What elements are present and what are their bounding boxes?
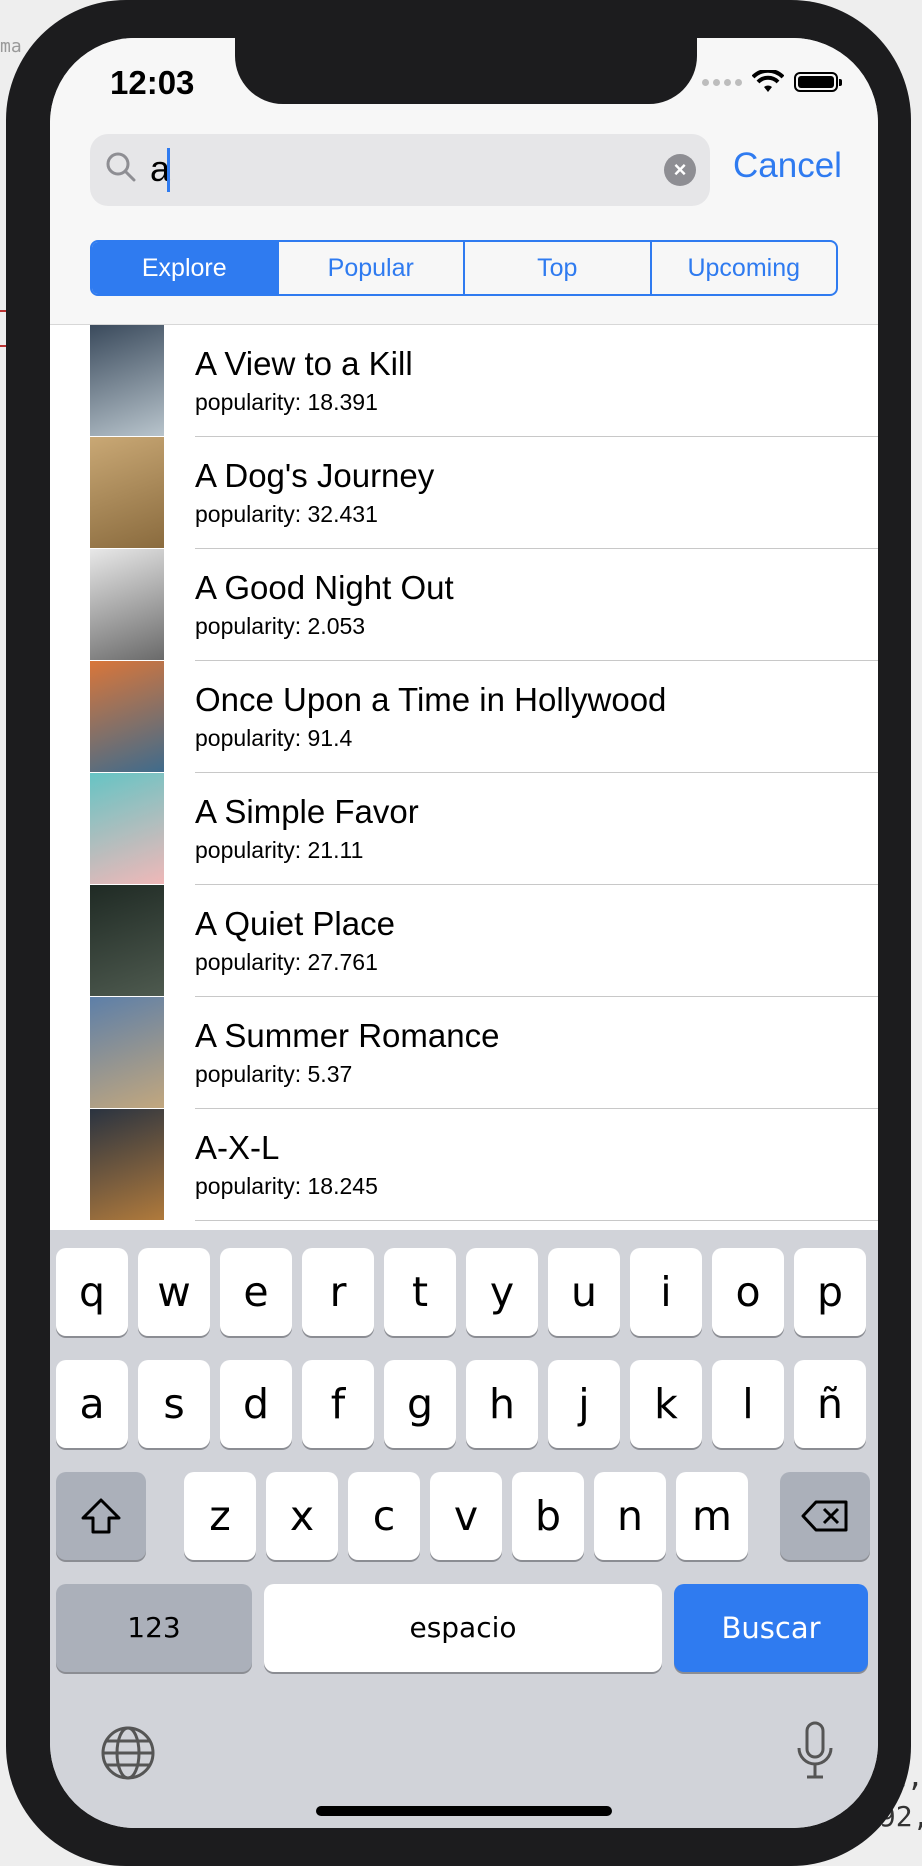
key-i[interactable]: i (630, 1248, 702, 1336)
movie-title: A View to a Kill (195, 345, 413, 382)
key-j[interactable]: j (548, 1360, 620, 1448)
search-return-key[interactable]: Buscar (674, 1584, 868, 1672)
list-item[interactable]: A Dog's Journey popularity: 32.431 (50, 437, 878, 549)
movie-title: A-X-L (195, 1129, 280, 1166)
list-item[interactable]: A Good Night Out popularity: 2.053 (50, 549, 878, 661)
key-r[interactable]: r (302, 1248, 374, 1336)
segment-popular[interactable]: Popular (279, 242, 465, 294)
movie-title: A Simple Favor (195, 793, 419, 830)
movie-title: A Dog's Journey (195, 457, 435, 494)
list-item[interactable]: A-X-L popularity: 18.245 (50, 1109, 878, 1221)
movie-poster (90, 661, 164, 772)
movie-title: A Good Night Out (195, 569, 454, 606)
backspace-icon (801, 1500, 848, 1532)
movie-popularity: popularity: 32.431 (195, 501, 378, 527)
text-caret (167, 148, 170, 192)
cancel-button[interactable]: Cancel (733, 146, 842, 186)
clear-search-button[interactable]: × (664, 154, 696, 186)
key-u[interactable]: u (548, 1248, 620, 1336)
list-item[interactable]: A Quiet Place popularity: 27.761 (50, 885, 878, 997)
movie-popularity: popularity: 18.245 (195, 1173, 378, 1199)
movie-poster (90, 549, 164, 660)
key-k[interactable]: k (630, 1360, 702, 1448)
key-s[interactable]: s (138, 1360, 210, 1448)
search-icon (106, 152, 136, 182)
key-x[interactable]: x (266, 1472, 338, 1560)
key-v[interactable]: v (430, 1472, 502, 1560)
key-n[interactable]: n (594, 1472, 666, 1560)
movie-poster (90, 325, 164, 436)
shift-key[interactable] (56, 1472, 146, 1560)
on-screen-keyboard: q w e r t y u i o p a s d f g h j k l ñ (50, 1230, 878, 1828)
key-p[interactable]: p (794, 1248, 866, 1336)
movie-poster (90, 997, 164, 1108)
space-key[interactable]: espacio (264, 1584, 662, 1672)
segment-explore[interactable]: Explore (92, 242, 279, 294)
movie-title: Once Upon a Time in Hollywood (195, 681, 667, 718)
status-time: 12:03 (110, 64, 195, 101)
shift-arrow-icon (81, 1498, 121, 1534)
key-z[interactable]: z (184, 1472, 256, 1560)
status-icons (702, 70, 842, 94)
key-g[interactable]: g (384, 1360, 456, 1448)
key-a[interactable]: a (56, 1360, 128, 1448)
category-segmented-control: Explore Popular Top Upcoming (90, 240, 838, 296)
device-notch (235, 38, 697, 104)
list-item[interactable]: A Simple Favor popularity: 21.11 (50, 773, 878, 885)
segment-top[interactable]: Top (465, 242, 652, 294)
phone-screen: 12:03 a × Cancel Explore Popular Top Upc… (50, 38, 878, 1828)
key-m[interactable]: m (676, 1472, 748, 1560)
segment-upcoming[interactable]: Upcoming (652, 242, 837, 294)
movie-poster (90, 1109, 164, 1220)
movie-popularity: popularity: 21.11 (195, 837, 364, 863)
battery-icon (794, 72, 842, 92)
movie-title: A Quiet Place (195, 905, 395, 942)
wifi-icon (752, 70, 784, 92)
list-item[interactable]: A View to a Kill popularity: 18.391 (50, 325, 878, 437)
movie-popularity: popularity: 2.053 (195, 613, 366, 639)
home-indicator[interactable] (316, 1806, 612, 1816)
movie-popularity: popularity: 27.761 (195, 949, 378, 975)
row-divider (195, 1220, 878, 1221)
globe-icon[interactable] (100, 1725, 156, 1781)
numbers-key[interactable]: 123 (56, 1584, 252, 1672)
cellular-signal-icon (702, 78, 742, 86)
movie-popularity: popularity: 18.391 (195, 389, 378, 415)
movie-title: A Summer Romance (195, 1017, 500, 1054)
search-input[interactable]: a × (90, 134, 710, 206)
background-editor-text: ma (0, 36, 22, 57)
key-d[interactable]: d (220, 1360, 292, 1448)
key-l[interactable]: l (712, 1360, 784, 1448)
movie-popularity: popularity: 5.37 (195, 1061, 353, 1087)
list-item[interactable]: Once Upon a Time in Hollywood popularity… (50, 661, 878, 773)
movie-popularity: popularity: 91.4 (195, 725, 353, 751)
movie-poster (90, 885, 164, 996)
movie-list: A View to a Kill popularity: 18.391 A Do… (50, 325, 878, 1221)
key-w[interactable]: w (138, 1248, 210, 1336)
phone-frame: 12:03 a × Cancel Explore Popular Top Upc… (6, 0, 911, 1866)
key-q[interactable]: q (56, 1248, 128, 1336)
key-c[interactable]: c (348, 1472, 420, 1560)
key-h[interactable]: h (466, 1360, 538, 1448)
movie-poster (90, 773, 164, 884)
key-y[interactable]: y (466, 1248, 538, 1336)
key-e[interactable]: e (220, 1248, 292, 1336)
list-item[interactable]: A Summer Romance popularity: 5.37 (50, 997, 878, 1109)
key-f[interactable]: f (302, 1360, 374, 1448)
microphone-icon[interactable] (795, 1720, 835, 1782)
key-b[interactable]: b (512, 1472, 584, 1560)
key-n-tilde[interactable]: ñ (794, 1360, 866, 1448)
delete-key[interactable] (780, 1472, 870, 1560)
key-t[interactable]: t (384, 1248, 456, 1336)
key-o[interactable]: o (712, 1248, 784, 1336)
movie-poster (90, 437, 164, 548)
